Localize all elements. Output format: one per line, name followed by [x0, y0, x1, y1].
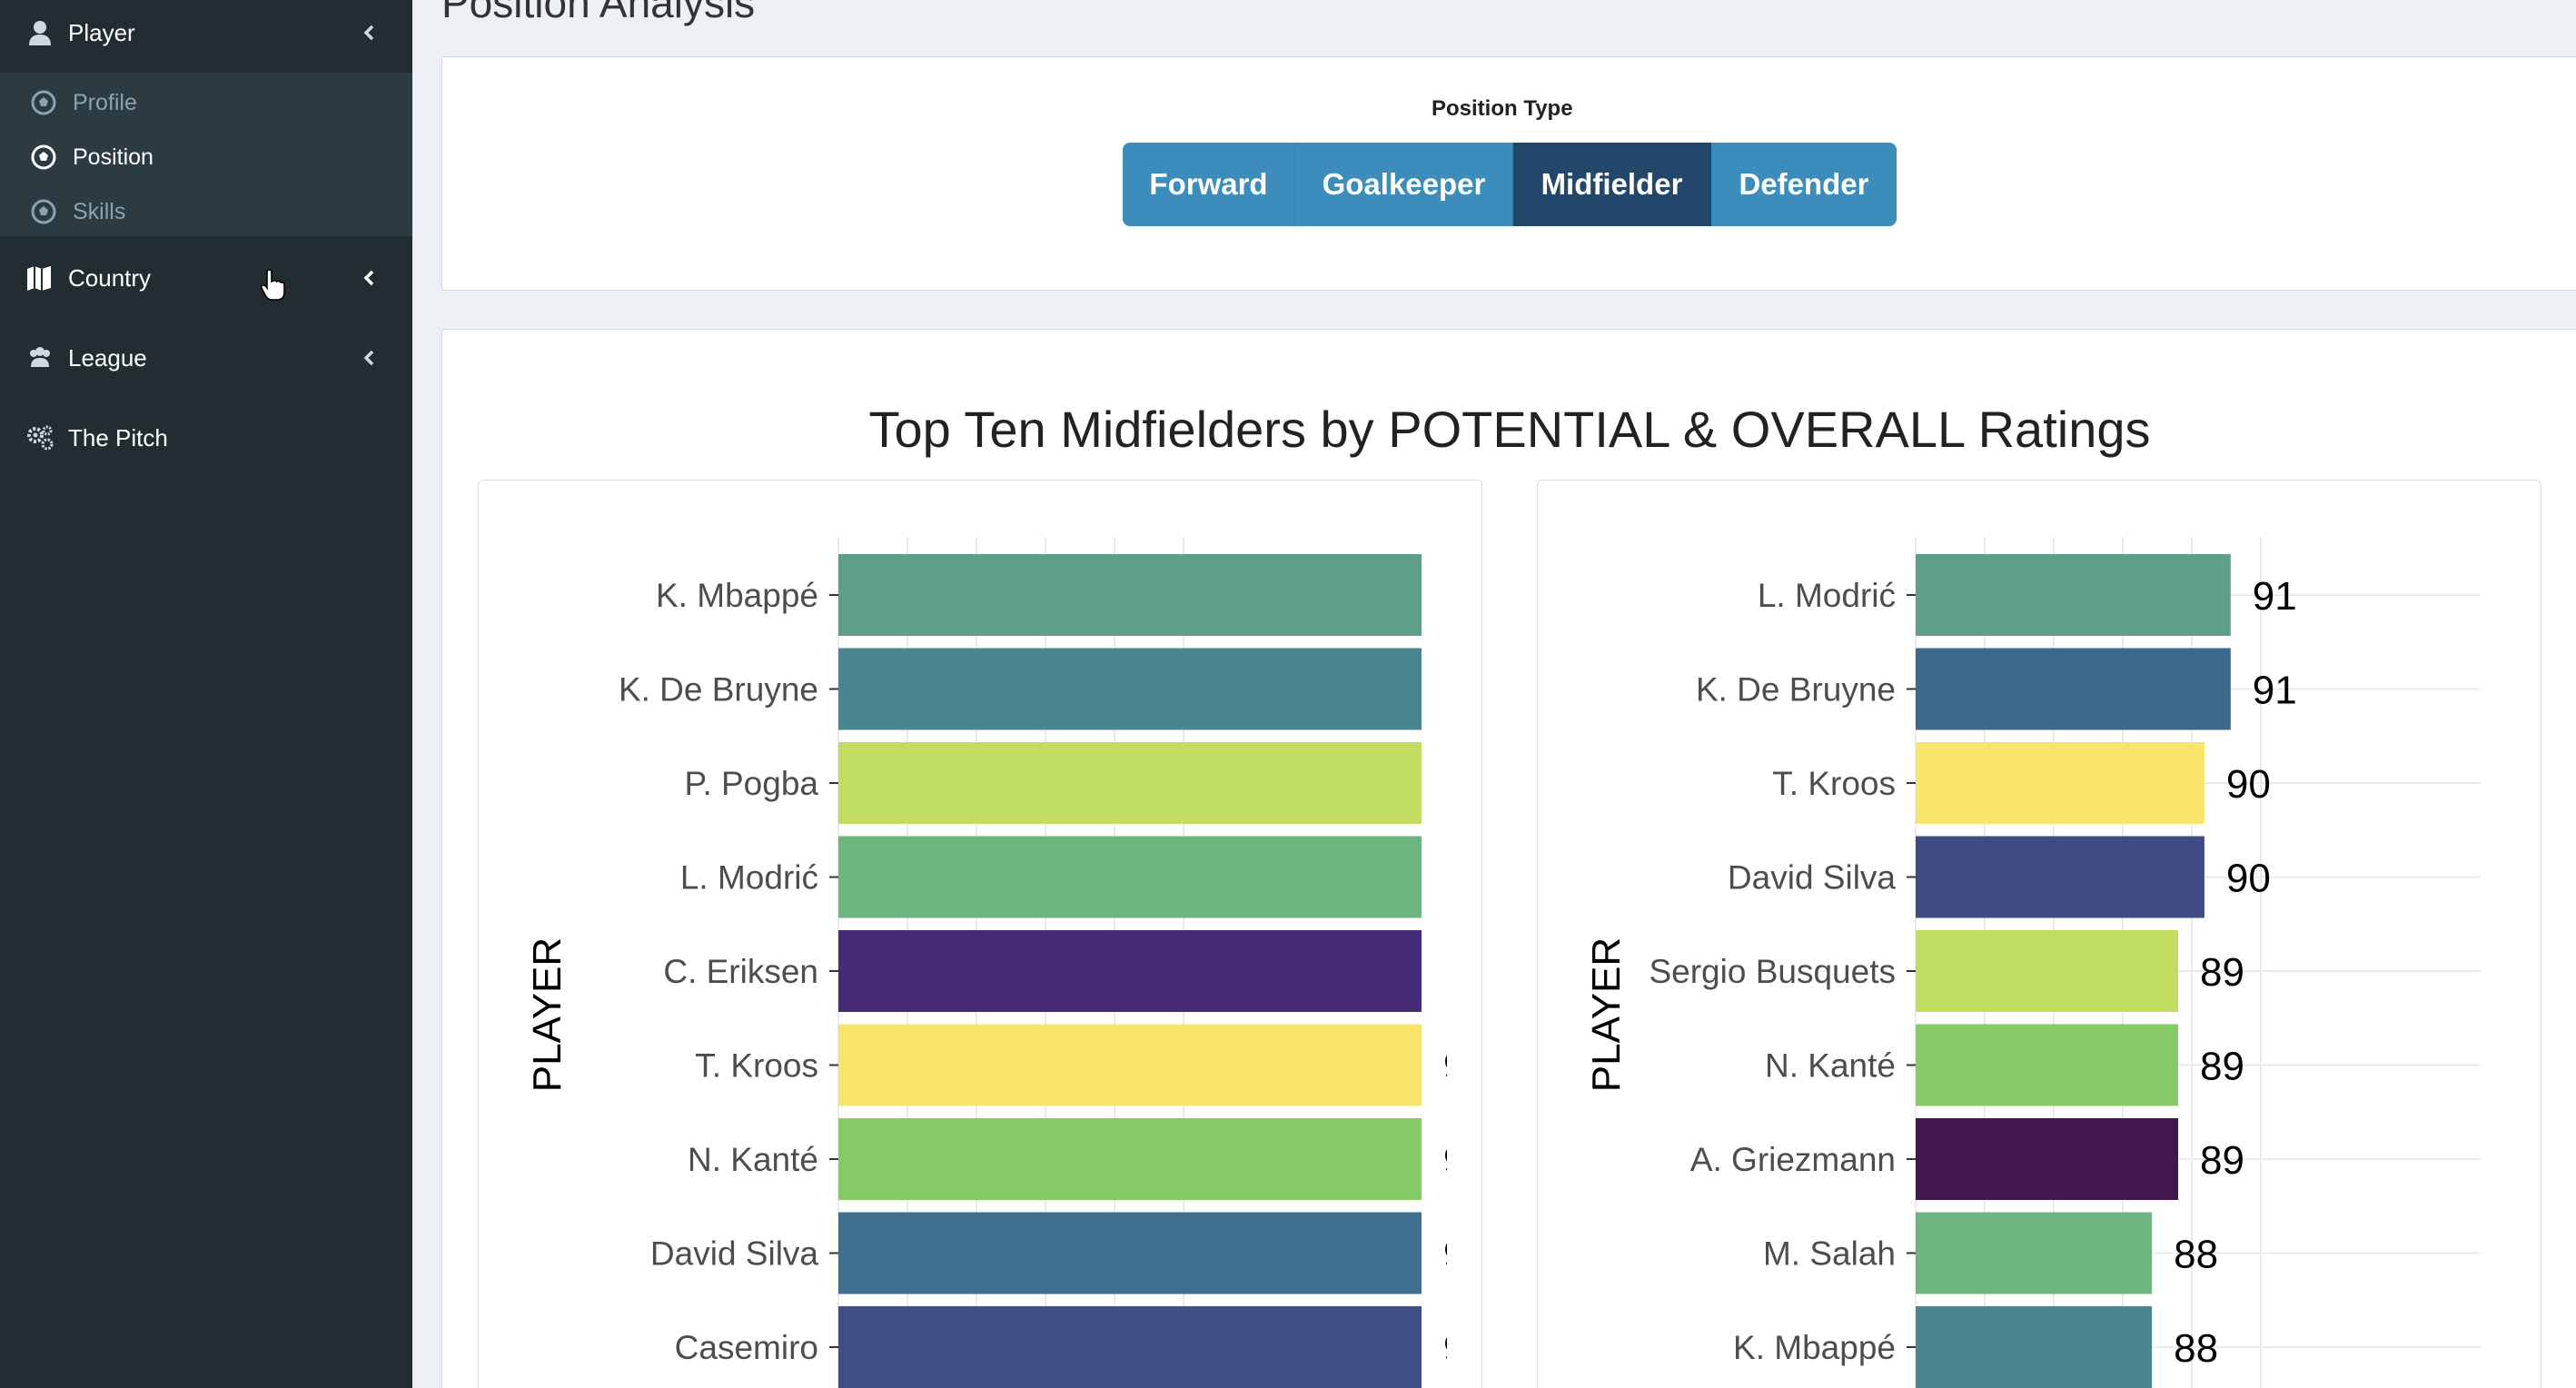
- sidebar-item-position[interactable]: Position: [0, 131, 412, 183]
- data-label: 90: [1443, 1045, 1447, 1089]
- category-label: N. Kanté: [688, 1141, 818, 1178]
- users-icon: [30, 347, 50, 367]
- player-submenu: Profile Position Skills: [0, 73, 412, 236]
- bar: [1916, 1306, 2153, 1388]
- chevron-left-icon: [363, 25, 374, 41]
- bar: [1916, 1212, 2153, 1294]
- bar: [1916, 1024, 2178, 1106]
- category-label: A. Griezmann: [1690, 1141, 1896, 1178]
- bar: [838, 742, 1422, 824]
- defender-button[interactable]: Defender: [1711, 143, 1897, 226]
- sidebar-item-skills[interactable]: Skills: [0, 185, 412, 238]
- chevron-left-icon: [363, 350, 374, 366]
- category-label: K. De Bruyne: [619, 671, 818, 709]
- data-label: 91: [2253, 574, 2297, 619]
- goalkeeper-button[interactable]: Goalkeeper: [1295, 143, 1513, 226]
- category-label: David Silva: [1728, 859, 1896, 897]
- bar: [1916, 554, 2231, 636]
- data-label: 88: [2174, 1233, 2218, 1277]
- sidebar-item-label: League: [68, 343, 147, 372]
- data-label: 90: [1443, 1326, 1447, 1371]
- bar: [838, 1306, 1422, 1388]
- category-label: L. Modrić: [680, 859, 818, 897]
- data-label: 89: [2200, 950, 2244, 995]
- category-label: C. Eriksen: [663, 953, 818, 990]
- data-label: 88: [2174, 1326, 2218, 1371]
- bar: [1916, 742, 2204, 824]
- data-label: 90: [2226, 857, 2271, 901]
- hand-cursor-icon: [260, 269, 285, 301]
- category-label: K. Mbappé: [1733, 1329, 1896, 1366]
- data-label: 90: [2226, 762, 2271, 807]
- sidebar-item-label: Position: [73, 144, 154, 170]
- bar: [838, 836, 1422, 918]
- bar: [1916, 648, 2231, 730]
- bar: [838, 648, 1422, 730]
- sidebar-item-profile[interactable]: Profile: [0, 76, 412, 129]
- category-label: K. De Bruyne: [1696, 671, 1896, 709]
- page-title: Position Analysis: [441, 0, 756, 26]
- category-label: T. Kroos: [695, 1047, 818, 1085]
- sidebar-item-player[interactable]: Player: [0, 13, 412, 53]
- sidebar: Player Profile Position Skills Country L…: [0, 0, 412, 1388]
- bar: [1916, 836, 2204, 918]
- bar: [838, 1024, 1422, 1106]
- bar: [838, 1212, 1422, 1294]
- bar: [838, 554, 1422, 636]
- category-label: L. Modrić: [1758, 577, 1896, 614]
- category-label: P. Pogba: [685, 765, 819, 802]
- forward-button[interactable]: Forward: [1123, 143, 1295, 226]
- category-label: Casemiro: [675, 1329, 818, 1366]
- sidebar-item-league[interactable]: League: [0, 336, 412, 380]
- data-label: 90: [1443, 1233, 1447, 1277]
- chevron-left-icon: [363, 270, 374, 286]
- category-label: M. Salah: [1763, 1235, 1896, 1273]
- potential-bar-chart: PLAYERK. Mbappé9K. De Bruyne92P. Pogba91…: [525, 537, 1447, 1388]
- soccer-ball-icon: [31, 90, 56, 115]
- bar: [1916, 930, 2178, 1012]
- position-type-label: Position Type: [1432, 96, 1573, 121]
- midfielder-button[interactable]: Midfielder: [1513, 143, 1711, 226]
- y-axis-title: PLAYER: [525, 937, 570, 1092]
- bar: [838, 1118, 1422, 1200]
- y-axis-title: PLAYER: [1584, 937, 1629, 1092]
- data-label: 89: [2200, 1045, 2244, 1089]
- position-type-button-group: Forward Goalkeeper Midfielder Defender: [1123, 143, 1897, 226]
- soccer-ball-icon: [31, 199, 56, 224]
- user-icon: [29, 21, 51, 45]
- soccer-ball-icon: [31, 144, 56, 170]
- overall-chart-panel: PLAYER L. Modrić 91 K. De Bruyne 91 T. Kroos 9…: [1537, 480, 2541, 1388]
- sidebar-item-label: Skills: [73, 198, 126, 224]
- category-label: David Silva: [650, 1235, 818, 1273]
- overall-bar-chart: PLAYER L. Modrić 91 K. De Bruyne 91 T. Kroos 9…: [1584, 537, 2481, 1388]
- potential-chart-panel: PLAYERK. Mbappé9K. De Bruyne92P. Pogba91…: [478, 480, 1482, 1388]
- category-label: T. Kroos: [1772, 765, 1896, 802]
- data-label: 90: [1443, 1138, 1447, 1183]
- data-label: 91: [2253, 669, 2297, 713]
- sidebar-item-label: Player: [68, 18, 135, 46]
- charts-title: Top Ten Midfielders by POTENTIAL & OVERA…: [868, 401, 2151, 458]
- category-label: Sergio Busquets: [1649, 953, 1896, 990]
- sidebar-item-label: Country: [68, 263, 152, 292]
- bar: [838, 930, 1422, 1012]
- data-label: 89: [2200, 1138, 2244, 1183]
- sidebar-item-label: The Pitch: [68, 423, 168, 451]
- sidebar-item-the-pitch[interactable]: The Pitch: [0, 416, 412, 460]
- category-label: N. Kanté: [1765, 1047, 1896, 1085]
- bar: [1916, 1118, 2178, 1200]
- gears-icon: [27, 425, 54, 451]
- sidebar-item-country[interactable]: Country: [0, 256, 412, 300]
- category-label: K. Mbappé: [656, 577, 818, 614]
- sidebar-item-label: Profile: [73, 89, 137, 115]
- map-icon: [27, 266, 51, 291]
